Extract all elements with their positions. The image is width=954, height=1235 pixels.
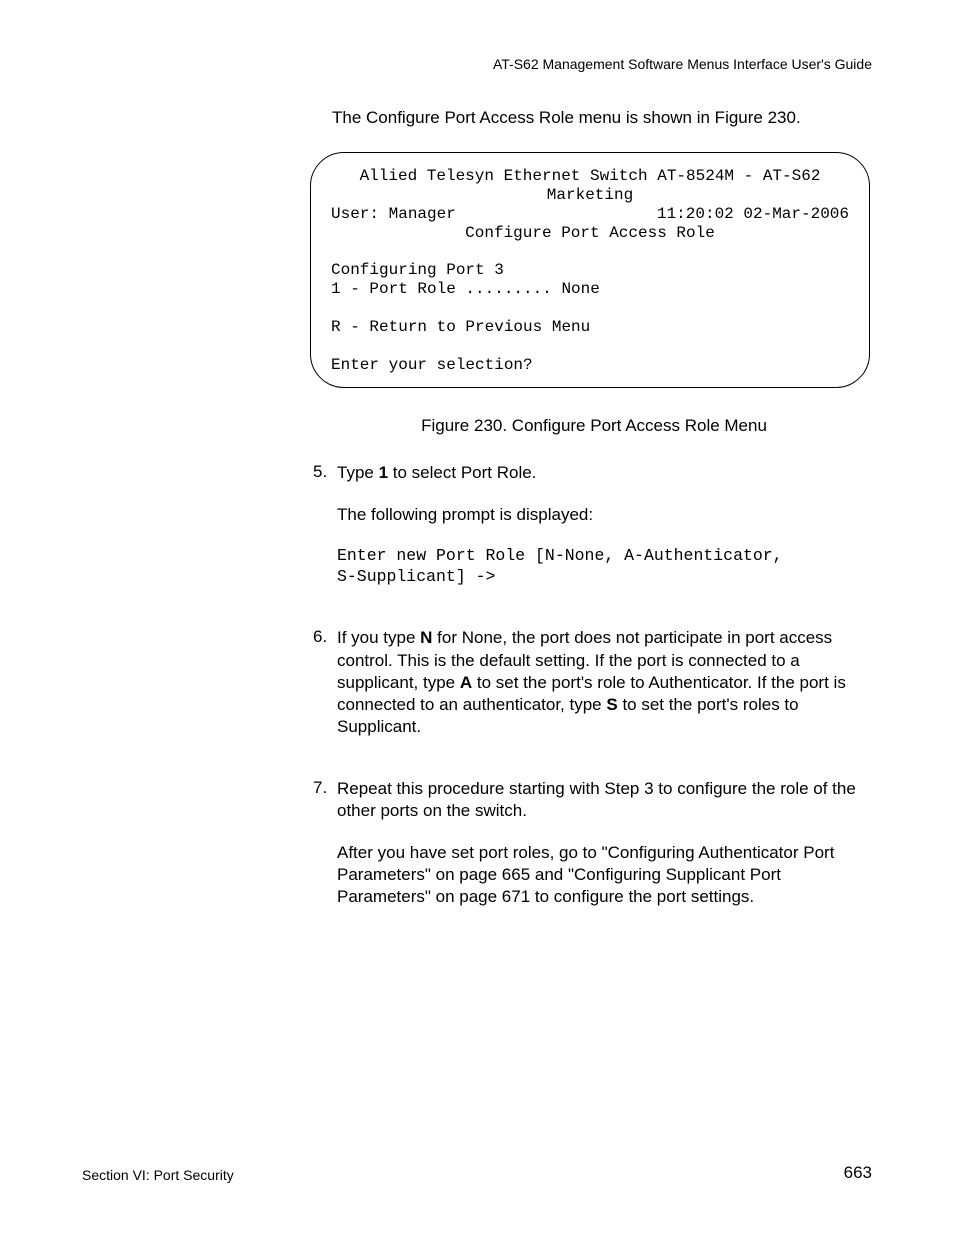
terminal-config: Configuring Port 3 bbox=[331, 261, 504, 279]
bold-key: N bbox=[420, 628, 432, 647]
step-7: 7. Repeat this procedure starting with S… bbox=[313, 778, 875, 928]
terminal-title: Configure Port Access Role bbox=[331, 224, 849, 243]
step-5-code: Enter new Port Role [N-None, A-Authentic… bbox=[337, 546, 875, 587]
step-body: If you type N for None, the port does no… bbox=[337, 627, 875, 757]
terminal-prompt: Enter your selection? bbox=[331, 356, 533, 374]
code-line: Enter new Port Role [N-None, A-Authentic… bbox=[337, 546, 875, 567]
bold-key: 1 bbox=[379, 463, 388, 482]
intro-text: The Configure Port Access Role menu is s… bbox=[332, 108, 874, 128]
intro-block: The Configure Port Access Role menu is s… bbox=[332, 108, 874, 146]
bold-key: S bbox=[606, 695, 617, 714]
step-6: 6. If you type N for None, the port does… bbox=[313, 627, 875, 757]
text: If you type bbox=[337, 628, 420, 647]
step-body: Repeat this procedure starting with Step… bbox=[337, 778, 875, 928]
steps-list: 5. Type 1 to select Port Role. The follo… bbox=[313, 462, 875, 928]
step-7-para2: After you have set port roles, go to "Co… bbox=[337, 842, 875, 908]
terminal-user-row: User: Manager 11:20:02 02-Mar-2006 bbox=[331, 205, 849, 224]
step-6-text: If you type N for None, the port does no… bbox=[337, 627, 875, 737]
page: AT-S62 Management Software Menus Interfa… bbox=[0, 0, 954, 1235]
step-5: 5. Type 1 to select Port Role. The follo… bbox=[313, 462, 875, 607]
step-number: 5. bbox=[313, 462, 337, 607]
code-line: S-Supplicant] -> bbox=[337, 567, 875, 588]
footer-page-number: 663 bbox=[844, 1163, 872, 1183]
header-title: AT-S62 Management Software Menus Interfa… bbox=[493, 56, 872, 72]
terminal-screen: Allied Telesyn Ethernet Switch AT-8524M … bbox=[310, 152, 870, 388]
terminal-timestamp: 11:20:02 02-Mar-2006 bbox=[657, 205, 849, 224]
step-body: Type 1 to select Port Role. The followin… bbox=[337, 462, 875, 607]
terminal-header-1: Allied Telesyn Ethernet Switch AT-8524M … bbox=[331, 167, 849, 186]
text: Type bbox=[337, 463, 379, 482]
step-5-line1: Type 1 to select Port Role. bbox=[337, 462, 875, 484]
bold-key: A bbox=[460, 673, 472, 692]
step-number: 6. bbox=[313, 627, 337, 757]
body-content: Figure 230. Configure Port Access Role M… bbox=[313, 416, 875, 948]
footer-section: Section VI: Port Security bbox=[82, 1167, 234, 1183]
step-number: 7. bbox=[313, 778, 337, 928]
figure-caption: Figure 230. Configure Port Access Role M… bbox=[313, 416, 875, 436]
step-5-para2: The following prompt is displayed: bbox=[337, 504, 875, 526]
terminal-user: User: Manager bbox=[331, 205, 456, 224]
text: to select Port Role. bbox=[388, 463, 536, 482]
step-7-para1: Repeat this procedure starting with Step… bbox=[337, 778, 875, 822]
terminal-option-1: 1 - Port Role ......... None bbox=[331, 280, 600, 298]
terminal-header-2: Marketing bbox=[331, 186, 849, 205]
terminal-return: R - Return to Previous Menu bbox=[331, 318, 590, 336]
